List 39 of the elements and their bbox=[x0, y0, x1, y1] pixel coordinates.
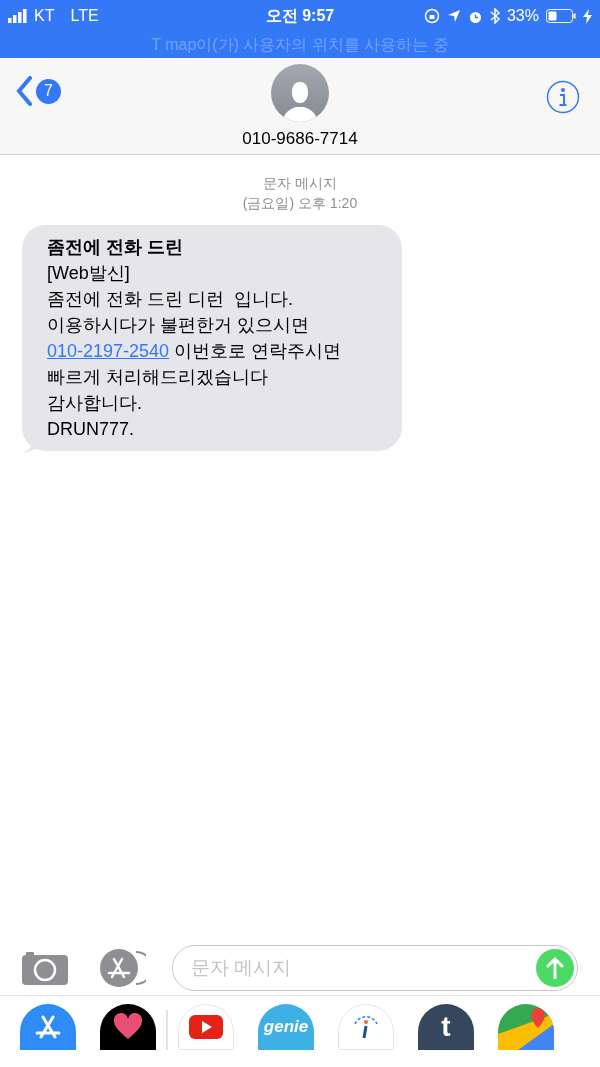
charging-bolt-icon bbox=[583, 8, 592, 24]
carrier: KT bbox=[34, 6, 55, 26]
contact-number[interactable]: 010-9686-7714 bbox=[242, 126, 358, 152]
network-type: LTE bbox=[70, 6, 99, 26]
battery-percent: 33% bbox=[506, 6, 539, 26]
location-arrow-icon bbox=[446, 9, 461, 23]
message-service-label: 문자 메시지 bbox=[263, 174, 337, 193]
camera-button[interactable] bbox=[22, 950, 70, 986]
clock: 오전 9:57 bbox=[265, 6, 335, 26]
bluetooth-icon bbox=[489, 8, 500, 24]
message-line: 010-2197-2540 이번호로 연락주시면 bbox=[47, 340, 343, 363]
message-line: 감사합니다. bbox=[47, 392, 143, 415]
back-button[interactable]: 7 bbox=[16, 76, 61, 106]
battery-icon bbox=[546, 9, 576, 23]
signal-icon bbox=[8, 9, 30, 23]
camera-icon bbox=[22, 950, 70, 986]
chevron-left-icon bbox=[16, 76, 32, 106]
message-line: 이용하시다가 불편한거 있으시면 bbox=[47, 314, 310, 337]
map-app-icon[interactable] bbox=[498, 1004, 554, 1050]
message-timestamp: (금요일) 오후 1:20 bbox=[242, 194, 358, 213]
info-icon bbox=[546, 80, 580, 114]
message-line: 빠르게 처리해드리겠습니다 bbox=[47, 366, 269, 389]
unread-count-badge: 7 bbox=[36, 78, 61, 104]
message-line: 좀전에 전화 드린 디런 입니다. bbox=[47, 288, 294, 311]
rotation-lock-icon bbox=[423, 8, 440, 24]
wi-app-icon[interactable] bbox=[338, 1004, 394, 1050]
send-button[interactable] bbox=[536, 949, 574, 987]
genie-app-icon[interactable]: genie bbox=[258, 1004, 314, 1050]
app-store-icon[interactable] bbox=[20, 1004, 76, 1050]
arrow-up-icon bbox=[546, 957, 564, 979]
heart-app-icon[interactable] bbox=[100, 1004, 156, 1050]
message-line: DRUN777. bbox=[47, 418, 136, 441]
youtube-icon[interactable] bbox=[178, 1004, 234, 1050]
info-button[interactable] bbox=[546, 80, 580, 114]
message-line: [Web발신] bbox=[47, 262, 131, 285]
message-title: 좀전에 전화 드린 bbox=[47, 236, 184, 259]
message-input-field[interactable]: 문자 메시지 bbox=[172, 945, 578, 991]
phone-link[interactable]: 010-2197-2540 bbox=[47, 341, 170, 361]
tumblr-app-icon[interactable]: t bbox=[418, 1004, 474, 1050]
